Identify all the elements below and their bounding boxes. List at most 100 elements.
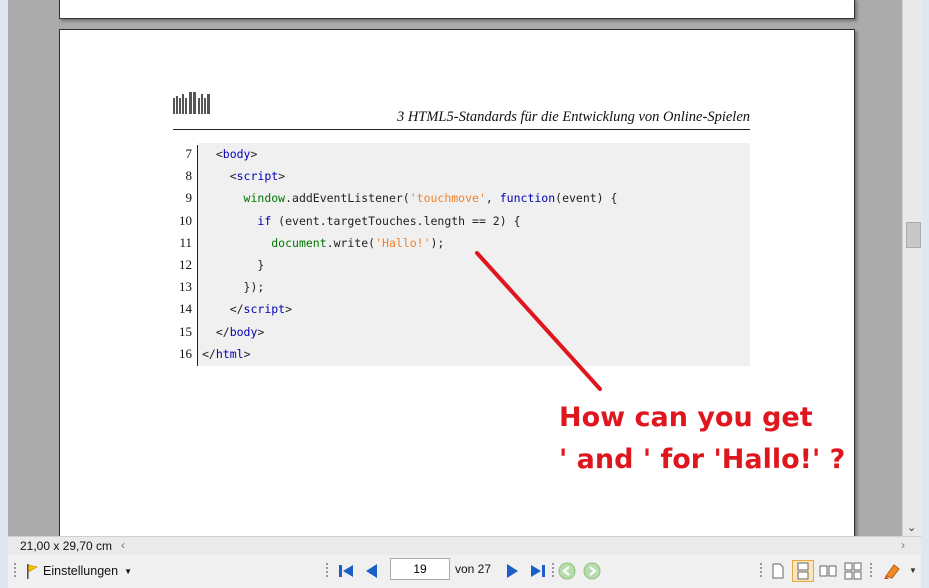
toolbar-grip[interactable] xyxy=(870,563,876,577)
code-line-number: 10 xyxy=(179,212,192,228)
toolbar-grip[interactable] xyxy=(760,563,766,577)
university-logo xyxy=(173,92,210,114)
two-pages-icon xyxy=(819,565,837,577)
scrollbar-thumb[interactable] xyxy=(906,222,921,248)
header-rule xyxy=(173,129,750,130)
code-token: .addEventListener( xyxy=(285,191,410,206)
code-token: > xyxy=(278,169,286,184)
code-line: </body> xyxy=(202,321,617,343)
code-line: </script> xyxy=(202,298,617,320)
code-token: </ xyxy=(202,346,216,361)
code-line: if (event.targetTouches.length == 2) { xyxy=(202,210,617,232)
single-page-icon xyxy=(772,563,784,579)
code-line-number: 11 xyxy=(179,234,192,250)
next-page-button[interactable] xyxy=(502,560,524,582)
code-token: > xyxy=(250,147,258,161)
code-line-number: 12 xyxy=(179,256,192,272)
code-token: < xyxy=(202,147,223,161)
code-token: body xyxy=(222,147,251,161)
settings-button[interactable]: Einstellungen ▼ xyxy=(26,560,132,582)
code-line: window.addEventListener('touchmove', fun… xyxy=(202,187,618,209)
code-token: , xyxy=(485,191,500,206)
code-token: }); xyxy=(202,280,265,295)
code-token: > xyxy=(257,324,265,339)
running-header: 3 HTML5-Standards für die Entwicklung vo… xyxy=(396,109,750,125)
code-token: function xyxy=(499,191,556,206)
code-line-number: 9 xyxy=(185,190,193,206)
code-line-number: 14 xyxy=(179,301,192,317)
first-page-button[interactable] xyxy=(335,560,357,582)
continuous-view-button[interactable] xyxy=(792,560,814,582)
code-token: if xyxy=(257,213,272,228)
annotation-question-line1: How can you get xyxy=(559,402,813,433)
highlighter-dropdown-icon[interactable]: ▼ xyxy=(909,566,917,575)
scroll-right-icon[interactable]: › xyxy=(901,538,905,552)
code-line: }); xyxy=(202,276,617,298)
window-left-border xyxy=(0,0,8,588)
fit-icon xyxy=(844,562,862,580)
page-count-label: von 27 xyxy=(455,562,492,576)
code-token: </ xyxy=(202,302,244,317)
prev-page-icon xyxy=(366,564,377,578)
scroll-left-icon[interactable]: ‹ xyxy=(121,538,125,552)
scroll-down-icon[interactable]: ⌄ xyxy=(907,521,916,534)
toolbar-grip[interactable] xyxy=(326,563,332,577)
status-bar: 21,00 x 29,70 cm ‹ › xyxy=(8,536,921,556)
previous-page-button[interactable] xyxy=(360,560,382,582)
first-page-icon xyxy=(339,565,353,577)
code-token: </ xyxy=(202,324,230,339)
highlighter-icon xyxy=(884,564,900,579)
back-icon xyxy=(558,562,576,580)
code-line-number: 8 xyxy=(185,168,193,184)
code-line: <script> xyxy=(202,165,617,187)
page-number-input[interactable] xyxy=(390,558,450,580)
code-token: (event.targetTouches.length == 2) { xyxy=(271,213,521,228)
annotation-question-line2: ' and ' for 'Hallo!' ? xyxy=(559,444,846,475)
last-page-button[interactable] xyxy=(527,560,549,582)
code-token: } xyxy=(202,257,265,272)
code-line: <body> xyxy=(202,143,617,165)
single-page-view-button[interactable] xyxy=(767,560,789,582)
code-token: > xyxy=(285,302,293,317)
fit-view-button[interactable] xyxy=(842,560,864,582)
code-line-number: 7 xyxy=(185,146,193,161)
code-line: </html> xyxy=(202,343,617,365)
code-line-numbers: 7 8 9 10 11 12 13 14 15 16 xyxy=(164,143,192,365)
two-page-view-button[interactable] xyxy=(817,560,839,582)
code-line-number: 13 xyxy=(179,279,192,295)
code-line-number: 16 xyxy=(179,345,192,361)
next-page-icon xyxy=(507,564,518,578)
last-page-icon xyxy=(531,565,545,577)
code-token: .write( xyxy=(326,235,376,250)
code-token: html xyxy=(215,346,244,361)
code-token: document xyxy=(271,235,327,250)
code-token: 'Hallo!' xyxy=(375,235,431,250)
highlighter-button[interactable] xyxy=(882,560,904,582)
previous-page-bottom xyxy=(59,0,855,19)
flag-icon xyxy=(27,563,38,579)
toolbar-grip[interactable] xyxy=(14,563,20,577)
code-token: > xyxy=(243,346,251,361)
back-button[interactable] xyxy=(556,560,578,582)
page-size-label: 21,00 x 29,70 cm xyxy=(20,539,113,553)
forward-icon xyxy=(583,562,601,580)
bottom-toolbar: Einstellungen ▼ von 27 ▼ xyxy=(8,555,921,588)
code-token: ); xyxy=(430,235,445,250)
vertical-scrollbar[interactable]: ⌄ xyxy=(902,0,922,536)
continuous-page-icon xyxy=(797,562,809,580)
code-line-number-divider xyxy=(197,145,198,366)
code-line: document.write('Hallo!'); xyxy=(202,232,617,254)
code-token: (event) { xyxy=(555,191,618,206)
code-token: body xyxy=(229,324,258,339)
forward-button[interactable] xyxy=(581,560,603,582)
code-line: } xyxy=(202,254,617,276)
settings-label: Einstellungen xyxy=(43,564,119,578)
code-line-number: 15 xyxy=(179,323,192,339)
code-token: window xyxy=(243,191,286,206)
code-token: script xyxy=(236,169,279,184)
window-right-border xyxy=(921,0,929,588)
code-token: script xyxy=(243,302,286,317)
